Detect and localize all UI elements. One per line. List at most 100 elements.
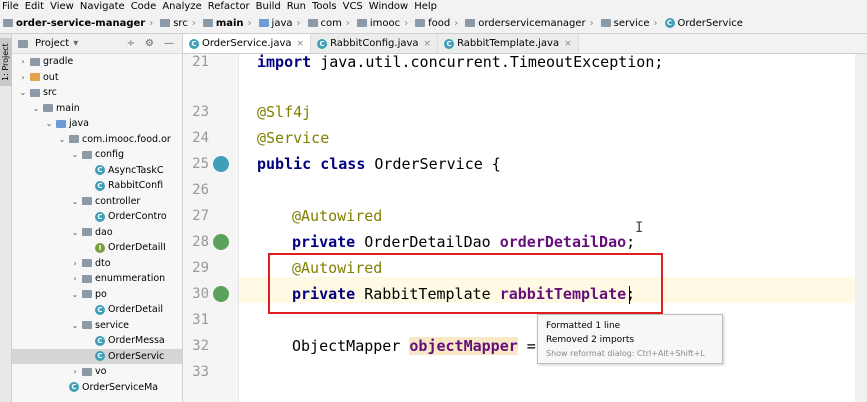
menu-item-edit[interactable]: Edit — [25, 0, 44, 13]
editor-tab[interactable]: C RabbitTemplate.java × — [438, 34, 579, 53]
folder-icon — [258, 19, 269, 27]
tree-item[interactable]: ⌄ src — [12, 85, 182, 101]
tree-item-label: OrderMessa — [108, 335, 165, 347]
tree-item-label: OrderServic — [108, 350, 165, 362]
expand-arrow-icon[interactable]: ⌄ — [18, 88, 28, 97]
tree-item[interactable]: C OrderMessa — [12, 333, 182, 349]
tree-item[interactable]: C OrderServic — [12, 348, 182, 364]
tree-item[interactable]: ⌄ dao — [12, 225, 182, 241]
menu-item-analyze[interactable]: Analyze — [162, 0, 201, 13]
editor-scrollbar[interactable] — [855, 54, 867, 402]
tree-item[interactable]: › enummeration — [12, 271, 182, 287]
tree-item[interactable]: C OrderDetail — [12, 302, 182, 318]
project-tool-button[interactable]: 1: Project — [0, 38, 12, 86]
tree-item[interactable]: ⌄ service — [12, 318, 182, 334]
tree-item[interactable]: ⌄ com.imooc.food.or — [12, 132, 182, 148]
breadcrumb-item[interactable]: food › — [415, 18, 462, 29]
close-icon[interactable]: × — [297, 39, 305, 49]
expand-arrow-icon[interactable]: › — [70, 367, 80, 376]
expand-arrow-icon[interactable]: › — [18, 57, 28, 66]
menu-item-file[interactable]: File — [2, 0, 19, 13]
folder-icon — [3, 19, 13, 27]
expand-arrow-icon[interactable]: ⌄ — [70, 228, 80, 237]
menu-item-view[interactable]: View — [50, 0, 74, 13]
tree-item[interactable]: ⌄ main — [12, 101, 182, 117]
breadcrumb-item[interactable]: src › — [160, 18, 200, 29]
tree-item-label: OrderDetail — [108, 304, 163, 316]
expand-arrow-icon[interactable]: › — [70, 274, 80, 283]
breadcrumb-item[interactable]: com › — [307, 17, 354, 29]
editor-tab[interactable]: C OrderService.java × — [183, 34, 312, 53]
tree-item[interactable]: ⌄ config — [12, 147, 182, 163]
chevron-right-icon: › — [345, 17, 350, 29]
expand-arrow-icon[interactable]: › — [70, 259, 80, 268]
chevron-down-icon[interactable]: ▾ — [73, 38, 78, 49]
breadcrumb-item[interactable]: imooc › — [356, 18, 412, 29]
mouse-ibeam-icon: I — [635, 220, 644, 236]
tree-item[interactable]: › vo — [12, 364, 182, 380]
expand-arrow-icon[interactable]: ⌄ — [31, 104, 41, 113]
gear-icon[interactable]: ⚙ — [145, 38, 154, 49]
menu-item-refactor[interactable]: Refactor — [208, 0, 250, 13]
expand-arrow-icon[interactable]: ⌄ — [70, 197, 80, 206]
tree-item[interactable]: I OrderDetailI — [12, 240, 182, 256]
breadcrumb-item[interactable]: java › — [258, 17, 305, 29]
menu-item-tools[interactable]: Tools — [312, 0, 337, 13]
line-number: 25 — [192, 156, 209, 172]
tree-item[interactable]: C OrderServiceMa — [12, 380, 182, 396]
code-line-28: private OrderDetailDao orderDetailDao; — [292, 233, 636, 251]
close-icon[interactable]: × — [424, 39, 432, 49]
breadcrumb-item[interactable]: main › — [202, 18, 256, 29]
breadcrumb-item[interactable]: C OrderService — [664, 18, 743, 29]
tree-item[interactable]: C RabbitConfi — [12, 178, 182, 194]
expand-arrow-icon[interactable]: ⌄ — [44, 119, 54, 128]
menu-item-window[interactable]: Window — [369, 0, 408, 13]
collapse-all-icon[interactable]: ÷ — [127, 38, 135, 49]
folder-icon — [30, 73, 40, 82]
class-icon: C — [95, 165, 105, 176]
menu-item-navigate[interactable]: Navigate — [80, 0, 125, 13]
code-line-25: public class OrderService { — [257, 155, 501, 173]
tree-item[interactable]: ⌄ po — [12, 287, 182, 303]
autowired-bean-icon[interactable] — [213, 286, 229, 302]
folder-icon — [56, 119, 66, 128]
autowired-bean-icon[interactable] — [213, 234, 229, 250]
hide-panel-icon[interactable]: — — [164, 38, 174, 49]
breadcrumb-item[interactable]: service › — [600, 18, 662, 29]
reformat-dialog-hint[interactable]: Show reformat dialog: Ctrl+Alt+Shift+L — [546, 347, 714, 361]
expand-arrow-icon[interactable]: › — [18, 73, 28, 82]
line-number: 26 — [192, 182, 209, 198]
breadcrumb-label: order-service-manager — [16, 17, 146, 29]
expand-arrow-icon[interactable]: ⌄ — [70, 321, 80, 330]
project-panel-title[interactable]: Project — [35, 38, 69, 49]
folder-icon — [465, 19, 476, 27]
tree-item[interactable]: › out — [12, 70, 182, 86]
project-panel: Project ▾ ÷ ⚙ — › gradle › out ⌄ src ⌄ main ⌄ jav… — [12, 34, 183, 402]
close-icon[interactable]: × — [564, 39, 572, 49]
menu-item-code[interactable]: Code — [131, 0, 157, 13]
breadcrumb-item[interactable]: order-service-manager › — [3, 18, 157, 29]
tree-item[interactable]: ⌄ controller — [12, 194, 182, 210]
tree-item-label: controller — [95, 195, 141, 207]
menu-item-run[interactable]: Run — [287, 0, 306, 13]
expand-arrow-icon[interactable]: ⌄ — [70, 290, 80, 299]
folder-icon — [69, 135, 79, 144]
tree-item[interactable]: › dto — [12, 256, 182, 272]
tree-item[interactable]: C OrderContro — [12, 209, 182, 225]
tab-label: RabbitConfig.java — [330, 38, 419, 49]
tree-item[interactable]: › gradle — [12, 54, 182, 70]
chevron-right-icon: › — [296, 17, 301, 29]
tree-item[interactable]: C AsyncTaskC — [12, 163, 182, 179]
expand-arrow-icon[interactable]: ⌄ — [70, 150, 80, 159]
editor-tab[interactable]: C RabbitConfig.java × — [311, 34, 439, 53]
tree-item[interactable]: ⌄ java — [12, 116, 182, 132]
editor-tabs: C OrderService.java × C RabbitConfig.java × C R… — [183, 34, 867, 54]
spring-bean-icon[interactable] — [213, 156, 229, 172]
breadcrumb-label: com — [320, 17, 342, 29]
menu-item-build[interactable]: Build — [256, 0, 281, 13]
menu-item-help[interactable]: Help — [414, 0, 437, 13]
breadcrumb-item[interactable]: orderservicemanager › — [465, 18, 597, 29]
expand-arrow-icon[interactable]: ⌄ — [57, 135, 67, 144]
menu-item-vcs[interactable]: VCS — [343, 0, 363, 13]
code-line-21: import java.util.concurrent.TimeoutExcep… — [257, 54, 664, 71]
